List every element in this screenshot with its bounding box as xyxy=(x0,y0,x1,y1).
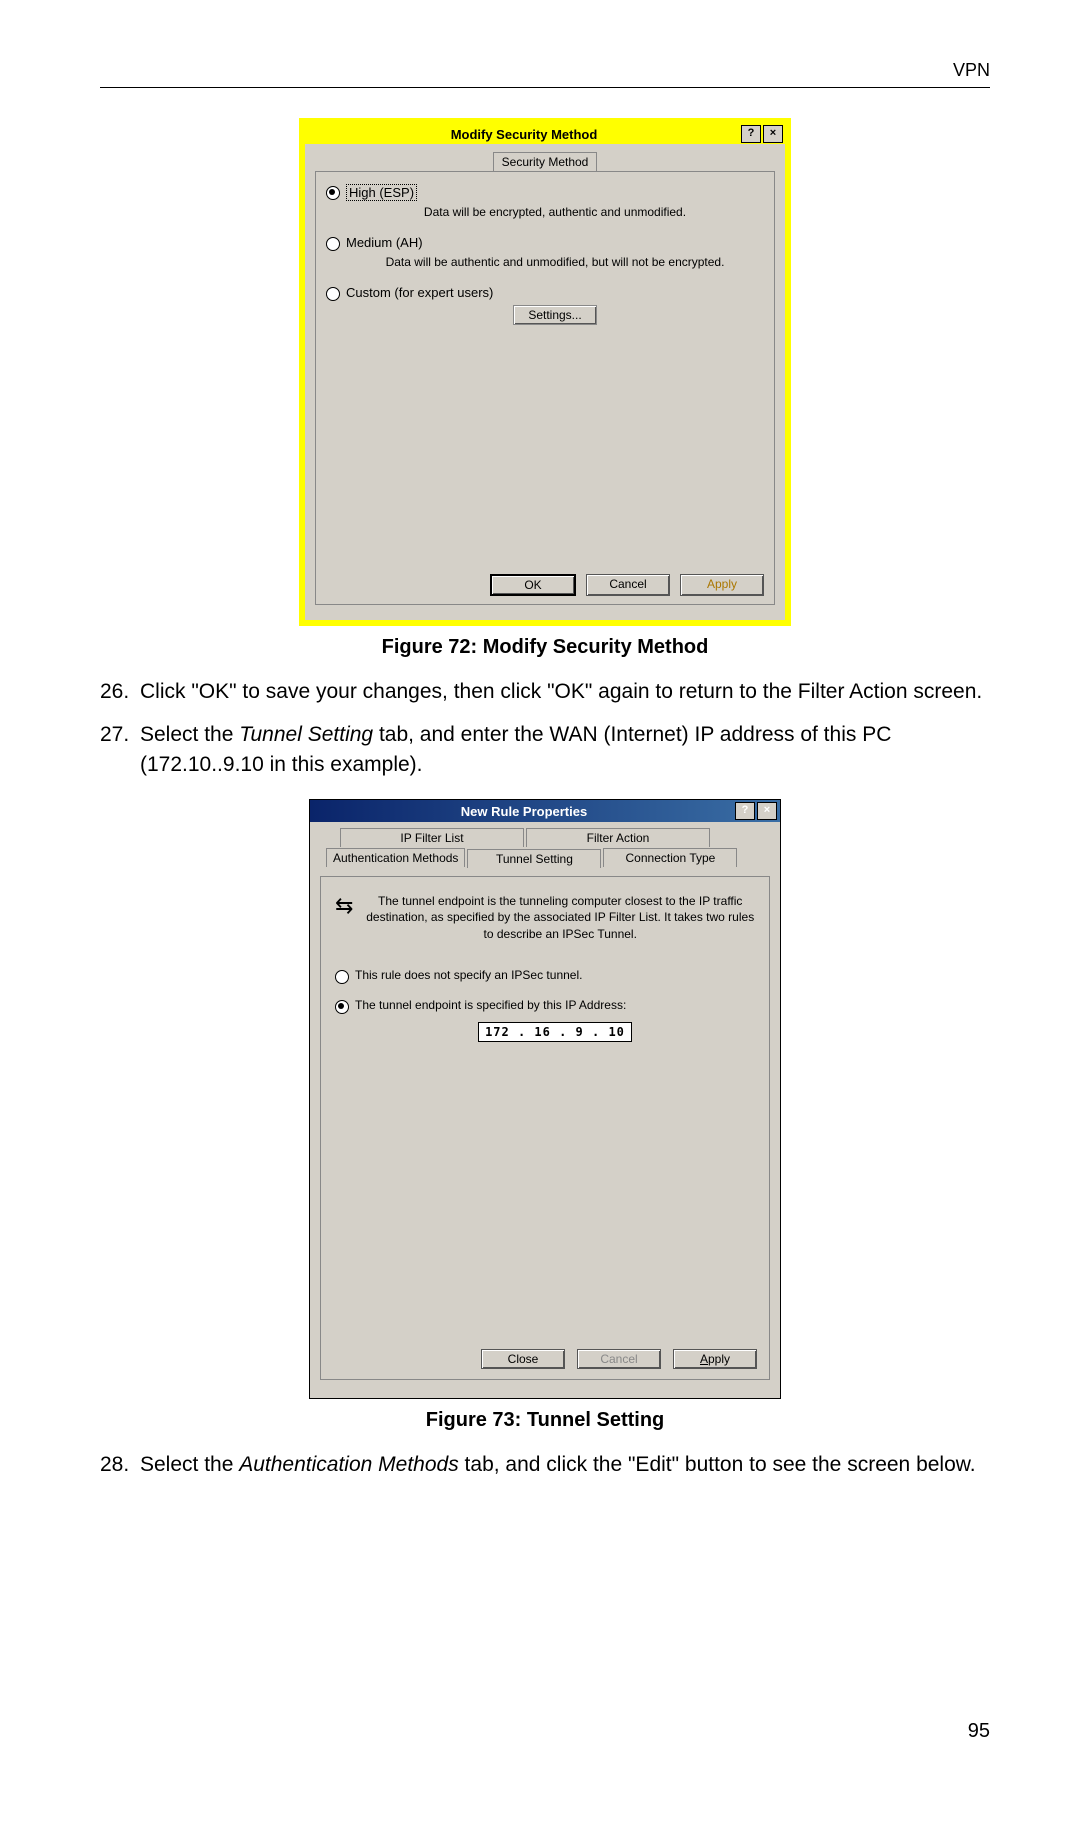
apply-button-label: pply xyxy=(708,1352,730,1366)
apply-button[interactable]: Apply xyxy=(673,1349,757,1369)
step-27-num: 27. xyxy=(100,720,140,779)
close-button[interactable]: Close xyxy=(481,1349,565,1369)
step-26-text: Click "OK" to save your changes, then cl… xyxy=(140,677,990,706)
tab-security-method[interactable]: Security Method xyxy=(493,152,598,171)
new-rule-properties-dialog: New Rule Properties ? × IP Filter List F… xyxy=(309,799,781,1399)
step-28-num: 28. xyxy=(100,1450,140,1479)
step-28-post: tab, and click the "Edit" button to see … xyxy=(459,1453,976,1476)
radio-no-tunnel-label: This rule does not specify an IPSec tunn… xyxy=(355,968,582,982)
cancel-button[interactable]: Cancel xyxy=(586,574,670,596)
dialog2-title: New Rule Properties xyxy=(313,804,735,819)
step-28-pre: Select the xyxy=(140,1453,239,1476)
tab-tunnel-setting[interactable]: Tunnel Setting xyxy=(467,849,601,868)
page-header-section: VPN xyxy=(100,60,990,88)
settings-button[interactable]: Settings... xyxy=(513,305,596,325)
radio-tunnel-ip[interactable] xyxy=(335,1000,349,1014)
apply-button[interactable]: Apply xyxy=(680,574,764,596)
radio-high-esp-label: High (ESP) xyxy=(346,184,417,201)
radio-custom[interactable] xyxy=(326,287,340,301)
tunnel-setting-panel: ⇆ The tunnel endpoint is the tunneling c… xyxy=(320,876,770,1380)
radio-high-esp[interactable] xyxy=(326,186,340,200)
radio-no-tunnel[interactable] xyxy=(335,970,349,984)
radio-medium-ah-desc: Data will be authentic and unmodified, b… xyxy=(346,255,764,269)
close-icon[interactable]: × xyxy=(757,802,777,820)
tab-filter-action[interactable]: Filter Action xyxy=(526,828,710,847)
tab-authentication-methods[interactable]: Authentication Methods xyxy=(326,848,465,867)
radio-high-esp-desc: Data will be encrypted, authentic and un… xyxy=(346,205,764,219)
step-26-num: 26. xyxy=(100,677,140,706)
radio-medium-ah-label: Medium (AH) xyxy=(346,235,423,250)
radio-medium-ah[interactable] xyxy=(326,237,340,251)
dialog1-title: Modify Security Method xyxy=(307,127,741,142)
help-icon[interactable]: ? xyxy=(741,125,761,143)
step-27-em: Tunnel Setting xyxy=(239,723,373,746)
tab-connection-type[interactable]: Connection Type xyxy=(603,848,737,867)
step-28-em: Authentication Methods xyxy=(239,1453,458,1476)
tunnel-ip-input[interactable]: 172 . 16 . 9 . 10 xyxy=(478,1022,632,1042)
dialog1-titlebar: Modify Security Method ? × xyxy=(305,124,785,144)
step-27-pre: Select the xyxy=(140,723,239,746)
close-icon[interactable]: × xyxy=(763,125,783,143)
radio-custom-label: Custom (for expert users) xyxy=(346,285,493,300)
radio-tunnel-ip-label: The tunnel endpoint is specified by this… xyxy=(355,998,626,1012)
cancel-button: Cancel xyxy=(577,1349,661,1369)
page-number: 95 xyxy=(100,1720,990,1743)
dialog2-tabs: IP Filter List Filter Action Authenticat… xyxy=(320,828,770,872)
tunnel-icon: ⇆ xyxy=(335,893,353,942)
tunnel-info-text: The tunnel endpoint is the tunneling com… xyxy=(365,893,755,942)
figure72-caption: Figure 72: Modify Security Method xyxy=(100,636,990,659)
dialog2-titlebar: New Rule Properties ? × xyxy=(310,800,780,822)
figure73-caption: Figure 73: Tunnel Setting xyxy=(100,1409,990,1432)
step-28-text: Select the Authentication Methods tab, a… xyxy=(140,1450,990,1479)
ok-button[interactable]: OK xyxy=(490,574,576,596)
step-27-text: Select the Tunnel Setting tab, and enter… xyxy=(140,720,990,779)
tab-ip-filter-list[interactable]: IP Filter List xyxy=(340,828,524,847)
help-icon[interactable]: ? xyxy=(735,802,755,820)
modify-security-dialog: Modify Security Method ? × Security Meth… xyxy=(299,118,791,626)
